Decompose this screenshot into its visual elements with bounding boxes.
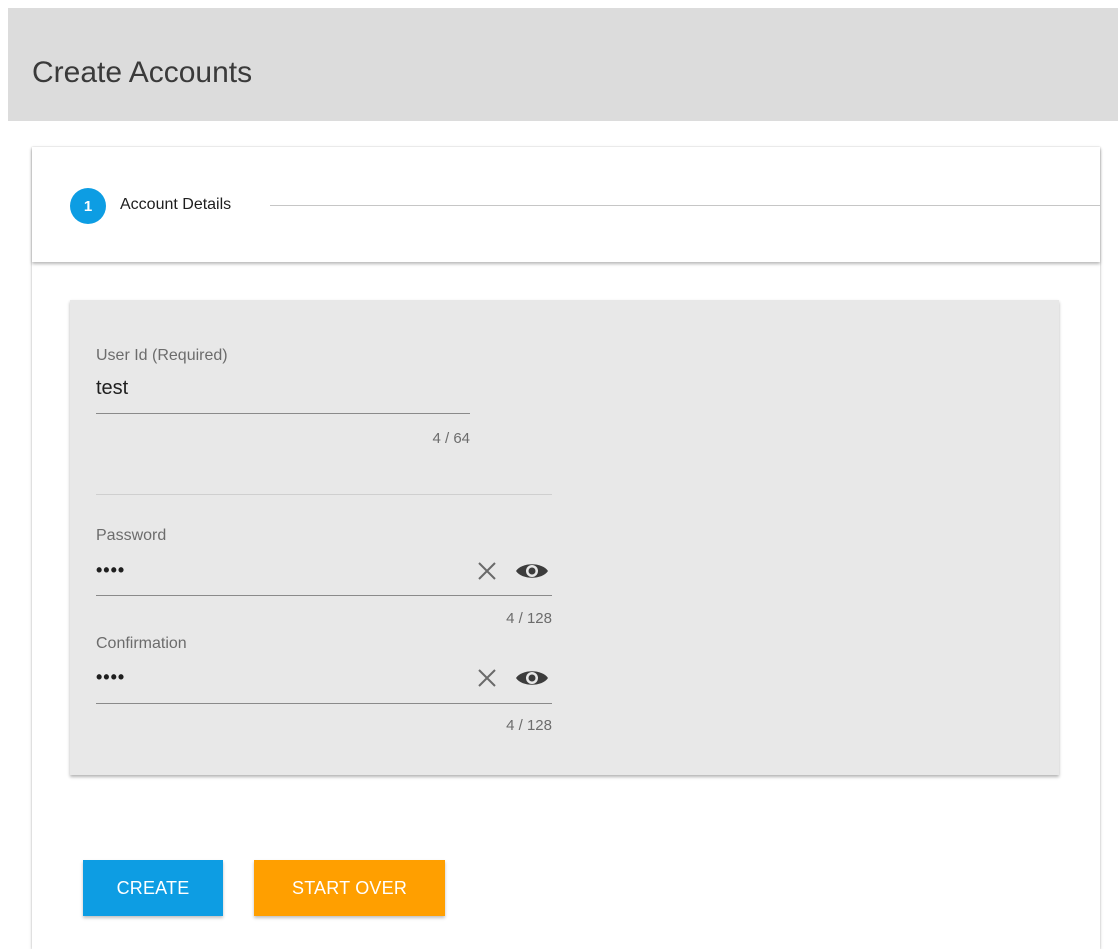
- create-accounts-card: 1 Account Details User Id (Required) tes…: [32, 147, 1100, 949]
- step-label-account-details[interactable]: Account Details: [120, 196, 231, 214]
- user-id-label: User Id (Required): [96, 347, 228, 364]
- user-id-input[interactable]: test: [96, 377, 128, 400]
- confirmation-underline: [96, 703, 552, 704]
- confirmation-input[interactable]: ••••: [96, 667, 125, 688]
- confirmation-char-counter: 4 / 128: [506, 717, 552, 734]
- stepper-connector-line: [270, 205, 1100, 206]
- user-id-underline: [96, 413, 470, 414]
- password-label: Password: [96, 527, 167, 544]
- page-header: Create Accounts: [8, 8, 1118, 121]
- clear-icon[interactable]: [473, 664, 501, 692]
- section-divider: [96, 494, 552, 495]
- step-number-badge[interactable]: 1: [70, 188, 106, 224]
- create-button[interactable]: CREATE: [83, 860, 223, 916]
- stepper-header: 1 Account Details: [32, 147, 1100, 262]
- top-strip: [0, 0, 1118, 8]
- page-title: Create Accounts: [32, 56, 253, 89]
- password-char-counter: 4 / 128: [506, 610, 552, 627]
- account-details-form: User Id (Required) test 4 / 64 Password …: [70, 300, 1059, 775]
- password-input[interactable]: ••••: [96, 560, 125, 581]
- clear-icon[interactable]: [473, 557, 501, 585]
- password-underline: [96, 595, 552, 596]
- start-over-button[interactable]: START OVER: [254, 860, 445, 916]
- eye-icon[interactable]: [515, 664, 549, 692]
- user-id-char-counter: 4 / 64: [432, 430, 470, 447]
- eye-icon[interactable]: [515, 557, 549, 585]
- confirmation-label: Confirmation: [96, 635, 187, 652]
